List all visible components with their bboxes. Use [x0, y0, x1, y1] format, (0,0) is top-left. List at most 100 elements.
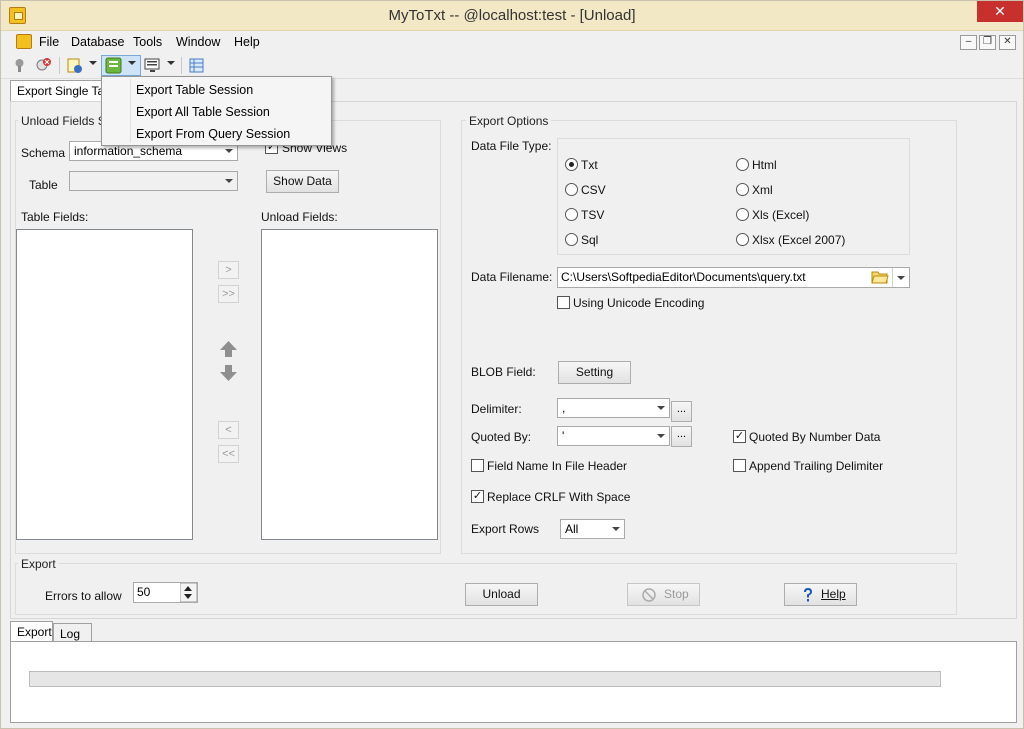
chevron-down-icon[interactable]: [652, 399, 669, 417]
chevron-down-icon: [897, 276, 905, 280]
export-options-group-label: Export Options: [466, 114, 552, 128]
help-button-label: Help: [821, 587, 846, 601]
unicode-encoding-checkbox[interactable]: [557, 296, 570, 309]
remove-field-button[interactable]: <: [218, 421, 239, 439]
menu-help[interactable]: Help: [234, 35, 260, 49]
errors-to-allow-value: 50: [137, 585, 151, 599]
add-all-fields-button[interactable]: >>: [218, 285, 239, 303]
unicode-encoding-label: Using Unicode Encoding: [573, 296, 705, 310]
menu-export-all-table-session[interactable]: Export All Table Session: [136, 105, 270, 119]
blob-field-label: BLOB Field:: [471, 365, 536, 379]
menu-export-table-session[interactable]: Export Table Session: [136, 83, 253, 97]
append-trailing-label: Append Trailing Delimiter: [749, 459, 884, 473]
replace-crlf-checkbox[interactable]: ✓: [471, 490, 484, 503]
new-session-icon[interactable]: [66, 57, 83, 74]
move-down-icon[interactable]: [218, 363, 239, 383]
export-progress-bar: [29, 671, 941, 687]
toolbar-separator: [59, 57, 60, 74]
radio-xlsx[interactable]: [736, 233, 749, 246]
grid-view-icon[interactable]: [188, 57, 205, 74]
stop-button[interactable]: Stop: [627, 583, 700, 606]
unload-fields-list[interactable]: [261, 229, 438, 540]
radio-html-label: Html: [752, 158, 777, 172]
document-icon[interactable]: [16, 34, 32, 49]
delimiter-browse-button[interactable]: ...: [671, 401, 692, 422]
menu-file[interactable]: File: [39, 35, 59, 49]
data-filename-input[interactable]: C:\Users\SoftpediaEditor\Documents\query…: [557, 267, 910, 288]
remove-all-fields-button[interactable]: <<: [218, 445, 239, 463]
toolbar-separator: [181, 57, 182, 74]
table-label: Table: [29, 178, 58, 192]
menu-window[interactable]: Window: [176, 35, 220, 49]
menu-tools[interactable]: Tools: [133, 35, 162, 49]
tab-export[interactable]: Export: [10, 621, 53, 643]
quoted-by-number-label: Quoted By Number Data: [749, 430, 881, 444]
export-group-label: Export: [18, 557, 59, 571]
quoted-by-browse-button[interactable]: ...: [671, 426, 692, 447]
window-close-button[interactable]: ✕: [977, 1, 1023, 22]
data-file-type-label: Data File Type:: [471, 139, 552, 153]
add-field-button[interactable]: >: [218, 261, 239, 279]
data-filename-label: Data Filename:: [471, 270, 553, 284]
chevron-down-icon[interactable]: [167, 61, 175, 65]
setting-button[interactable]: Setting: [558, 361, 631, 384]
menu-bar: File Database Tools Window Help: [1, 32, 1023, 52]
radio-html[interactable]: [736, 158, 749, 171]
monitor-icon[interactable]: [144, 57, 161, 74]
filename-history-dropdown[interactable]: [892, 268, 909, 287]
unload-fields-label: Unload Fields:: [261, 210, 338, 224]
radio-xls-label: Xls (Excel): [752, 208, 810, 222]
folder-open-icon[interactable]: [871, 269, 889, 285]
tab-log[interactable]: Log: [53, 623, 92, 643]
radio-xls[interactable]: [736, 208, 749, 221]
quoted-by-value: ': [562, 429, 565, 443]
radio-tsv-label: TSV: [581, 208, 605, 222]
export-rows-label: Export Rows: [471, 522, 540, 536]
radio-txt-label: Txt: [581, 158, 598, 172]
quoted-by-label: Quoted By:: [471, 430, 532, 444]
radio-txt[interactable]: [565, 158, 578, 171]
tab-export-single-table[interactable]: Export Single Table: [10, 80, 103, 102]
connect-icon[interactable]: [11, 57, 28, 74]
export-session-icon[interactable]: [105, 57, 122, 74]
chevron-down-icon[interactable]: [607, 520, 624, 538]
delimiter-select[interactable]: ,: [557, 398, 670, 418]
radio-xml-label: Xml: [752, 183, 773, 197]
append-trailing-checkbox[interactable]: [733, 459, 746, 472]
export-rows-value: All: [565, 522, 579, 536]
chevron-down-icon[interactable]: [220, 172, 237, 190]
table-fields-list[interactable]: [16, 229, 193, 540]
move-up-icon[interactable]: [218, 339, 239, 359]
radio-csv-label: CSV: [581, 183, 606, 197]
export-rows-select[interactable]: All: [560, 519, 625, 539]
radio-xml[interactable]: [736, 183, 749, 196]
stop-button-label: Stop: [664, 587, 689, 601]
stop-icon: [642, 588, 656, 602]
menu-database[interactable]: Database: [71, 35, 125, 49]
mdi-close-button[interactable]: ✕: [999, 35, 1016, 50]
show-data-button[interactable]: Show Data: [266, 170, 339, 193]
file-type-box: [557, 138, 910, 255]
schema-value: information_schema: [74, 144, 183, 158]
radio-tsv[interactable]: [565, 208, 578, 221]
radio-csv[interactable]: [565, 183, 578, 196]
errors-to-allow-label: Errors to allow: [45, 589, 122, 603]
disconnect-icon[interactable]: [35, 57, 52, 74]
mdi-restore-button[interactable]: ❐: [979, 35, 996, 50]
spinner-icon[interactable]: [180, 583, 197, 602]
chevron-down-icon[interactable]: [128, 61, 136, 65]
replace-crlf-label: Replace CRLF With Space: [487, 490, 631, 504]
table-fields-label: Table Fields:: [21, 210, 89, 224]
field-name-header-checkbox[interactable]: [471, 459, 484, 472]
quoted-by-number-checkbox[interactable]: ✓: [733, 430, 746, 443]
data-filename-value: C:\Users\SoftpediaEditor\Documents\query…: [561, 270, 806, 284]
unload-button[interactable]: Unload: [465, 583, 538, 606]
chevron-down-icon[interactable]: [89, 61, 97, 65]
quoted-by-select[interactable]: ': [557, 426, 670, 446]
menu-export-from-query-session[interactable]: Export From Query Session: [136, 127, 290, 141]
chevron-down-icon[interactable]: [652, 427, 669, 445]
help-button[interactable]: Help: [784, 583, 857, 606]
mdi-minimize-button[interactable]: –: [960, 35, 977, 50]
radio-sql[interactable]: [565, 233, 578, 246]
table-select[interactable]: [69, 171, 238, 191]
